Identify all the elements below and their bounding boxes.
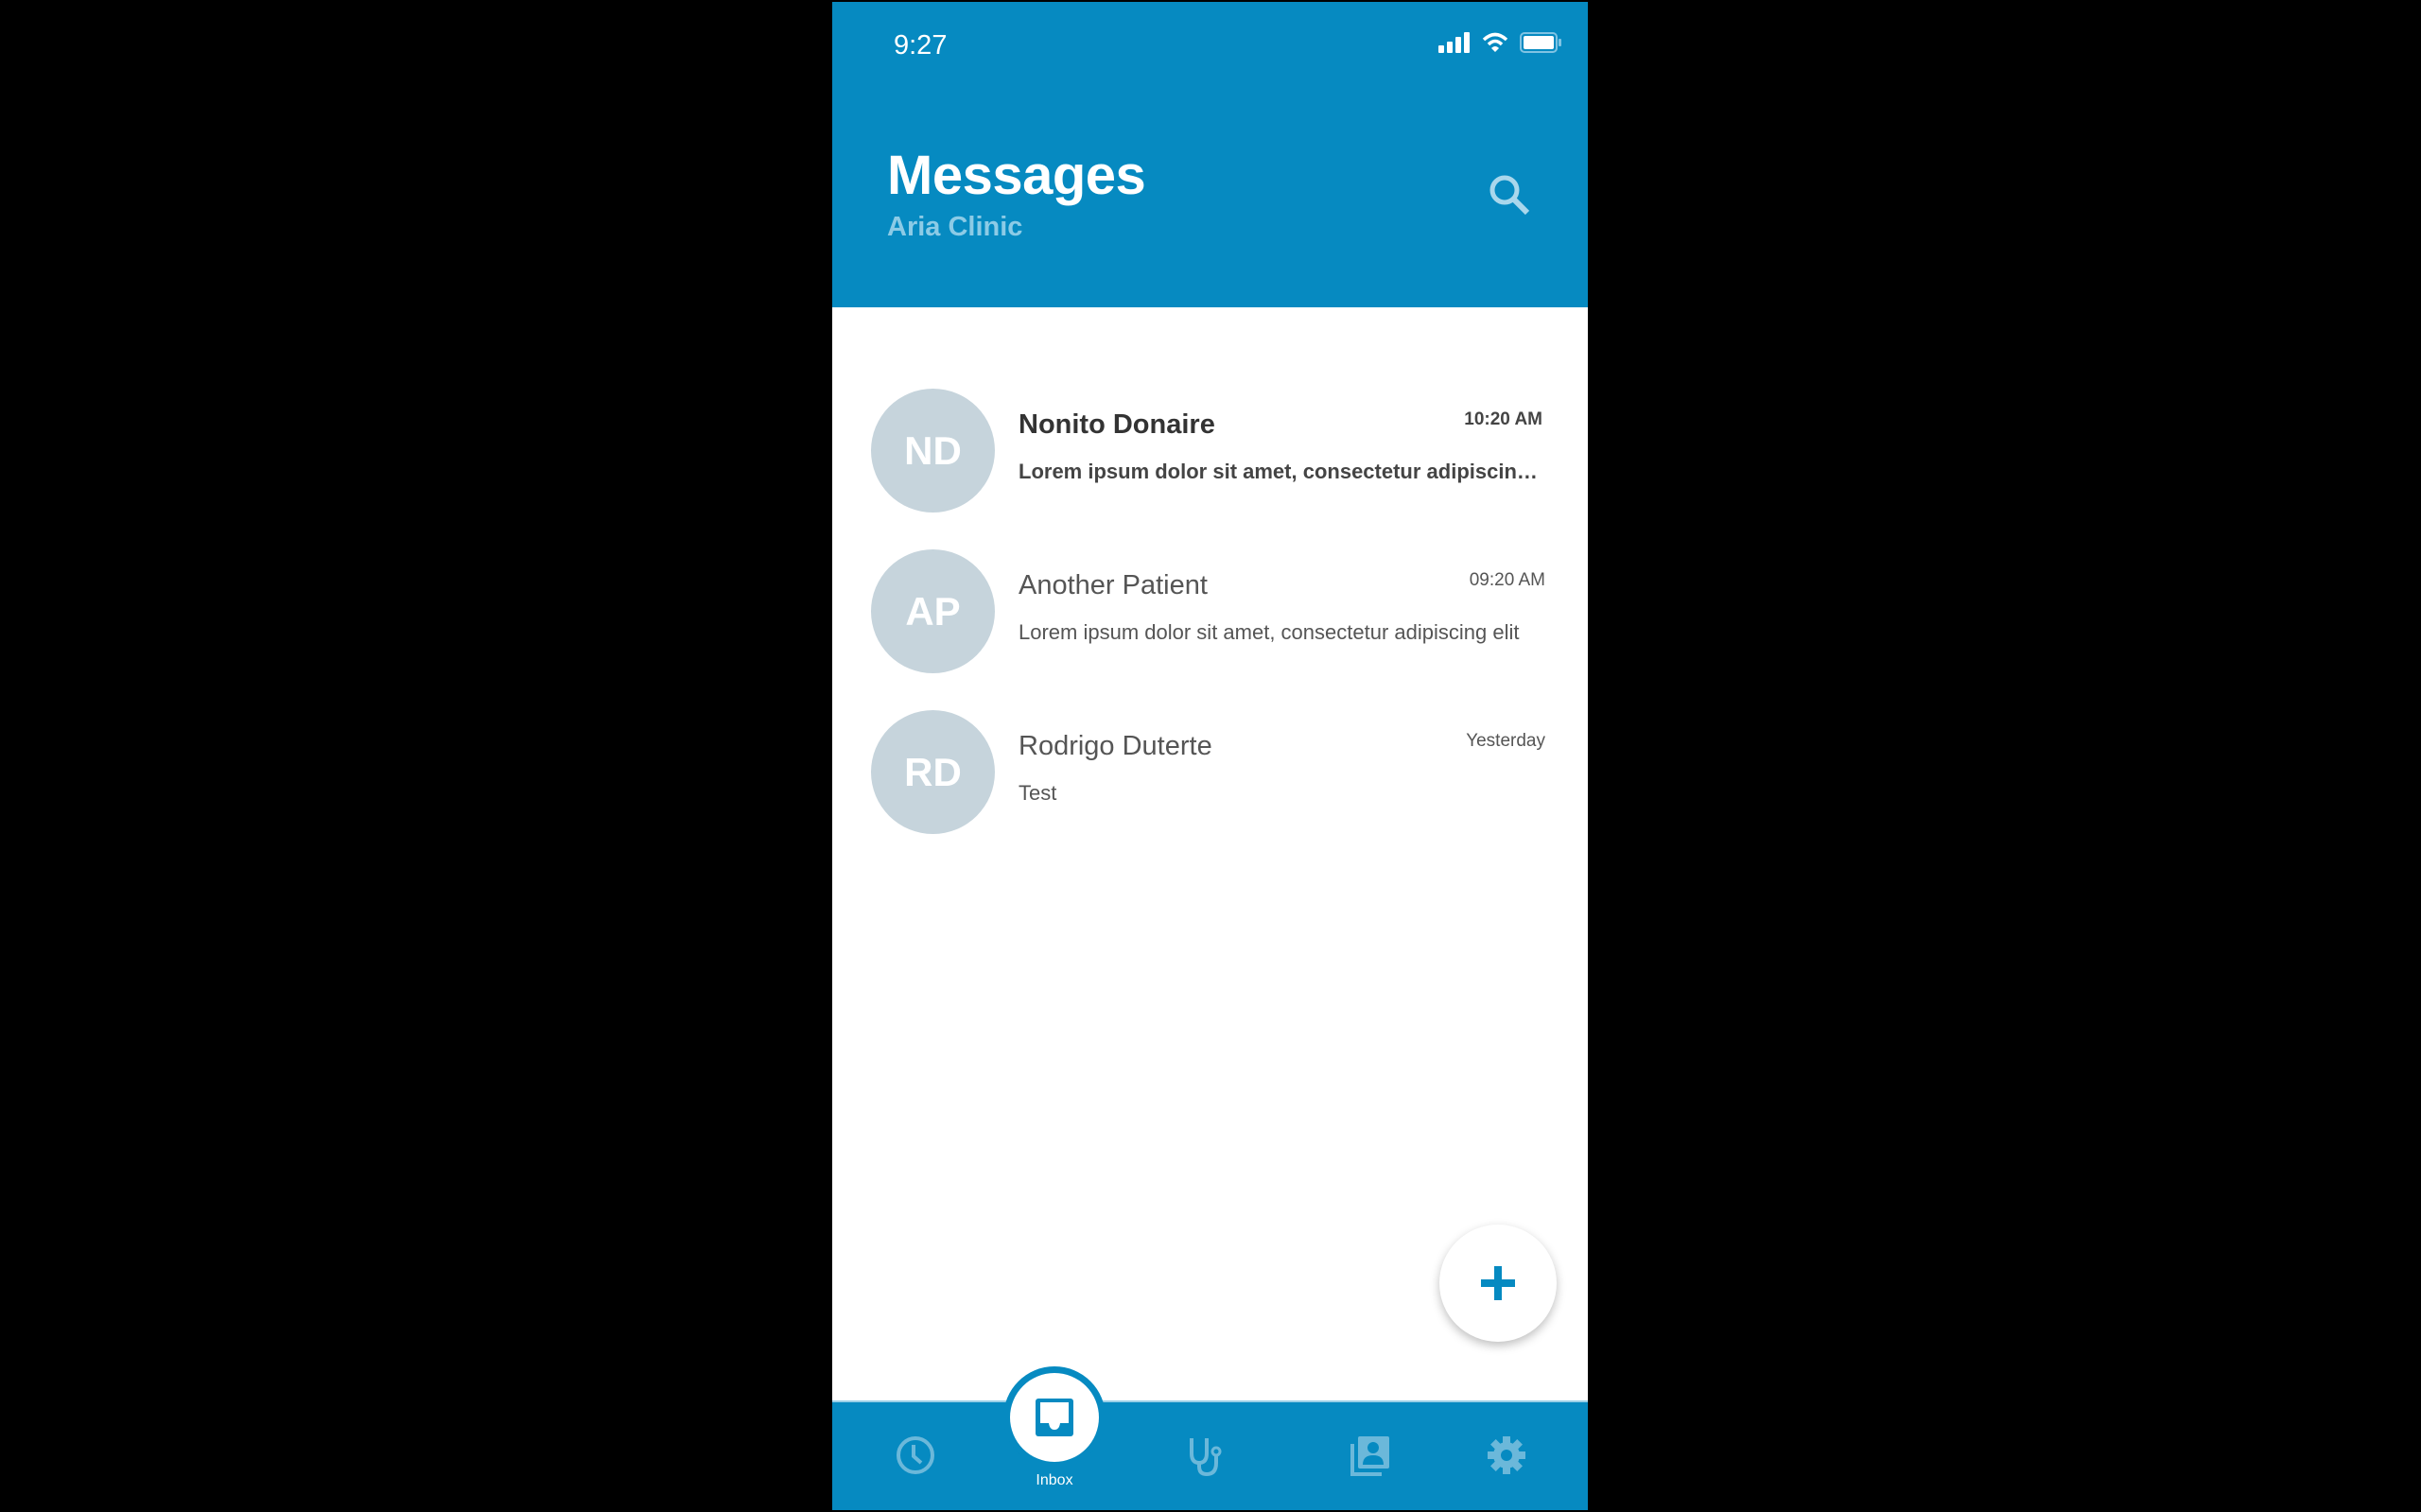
message-time: 09:20 AM — [1469, 570, 1545, 590]
message-preview: Lorem ipsum dolor sit amet, consectetur … — [1019, 460, 1543, 483]
inbox-icon — [1036, 1399, 1073, 1436]
status-icons — [1438, 32, 1561, 53]
contacts-icon[interactable] — [1350, 1434, 1391, 1476]
gear-icon[interactable] — [1486, 1434, 1527, 1476]
clock-icon[interactable] — [895, 1434, 936, 1476]
contact-name: Rodrigo Duterte — [1019, 731, 1212, 761]
conversation-row[interactable]: RD Rodrigo Duterte Yesterday Test — [832, 710, 1588, 852]
clinic-name: Aria Clinic — [887, 212, 1023, 242]
tab-inbox[interactable] — [1010, 1373, 1099, 1462]
contact-name: Another Patient — [1019, 570, 1208, 600]
plus-icon — [1481, 1266, 1515, 1300]
search-icon[interactable] — [1487, 172, 1532, 217]
conversation-row[interactable]: ND Nonito Donaire 10:20 AM Lorem ipsum d… — [832, 389, 1588, 530]
wifi-icon — [1482, 32, 1508, 52]
new-message-button[interactable] — [1439, 1225, 1557, 1342]
avatar: AP — [871, 549, 995, 673]
header: 9:27 Messages Aria Clinic — [832, 2, 1588, 307]
message-preview: Lorem ipsum dolor sit amet, consectetur … — [1019, 620, 1520, 644]
phone-screen: 9:27 Messages Aria Clinic ND Nonito Dona… — [832, 2, 1588, 1510]
tab-inbox-label: Inbox — [1036, 1472, 1073, 1488]
contact-name: Nonito Donaire — [1019, 409, 1215, 440]
avatar: RD — [871, 710, 995, 834]
signal-icon — [1438, 32, 1470, 53]
stethoscope-icon[interactable] — [1186, 1434, 1228, 1476]
conversation-row[interactable]: AP Another Patient 09:20 AM Lorem ipsum … — [832, 549, 1588, 691]
status-time: 9:27 — [894, 30, 948, 61]
avatar: ND — [871, 389, 995, 513]
battery-icon — [1520, 32, 1561, 53]
message-preview: Test — [1019, 781, 1057, 805]
message-time: 10:20 AM — [1464, 409, 1542, 429]
page-title: Messages — [887, 145, 1146, 206]
bottom-nav — [832, 1400, 1588, 1510]
message-time: Yesterday — [1466, 731, 1545, 751]
